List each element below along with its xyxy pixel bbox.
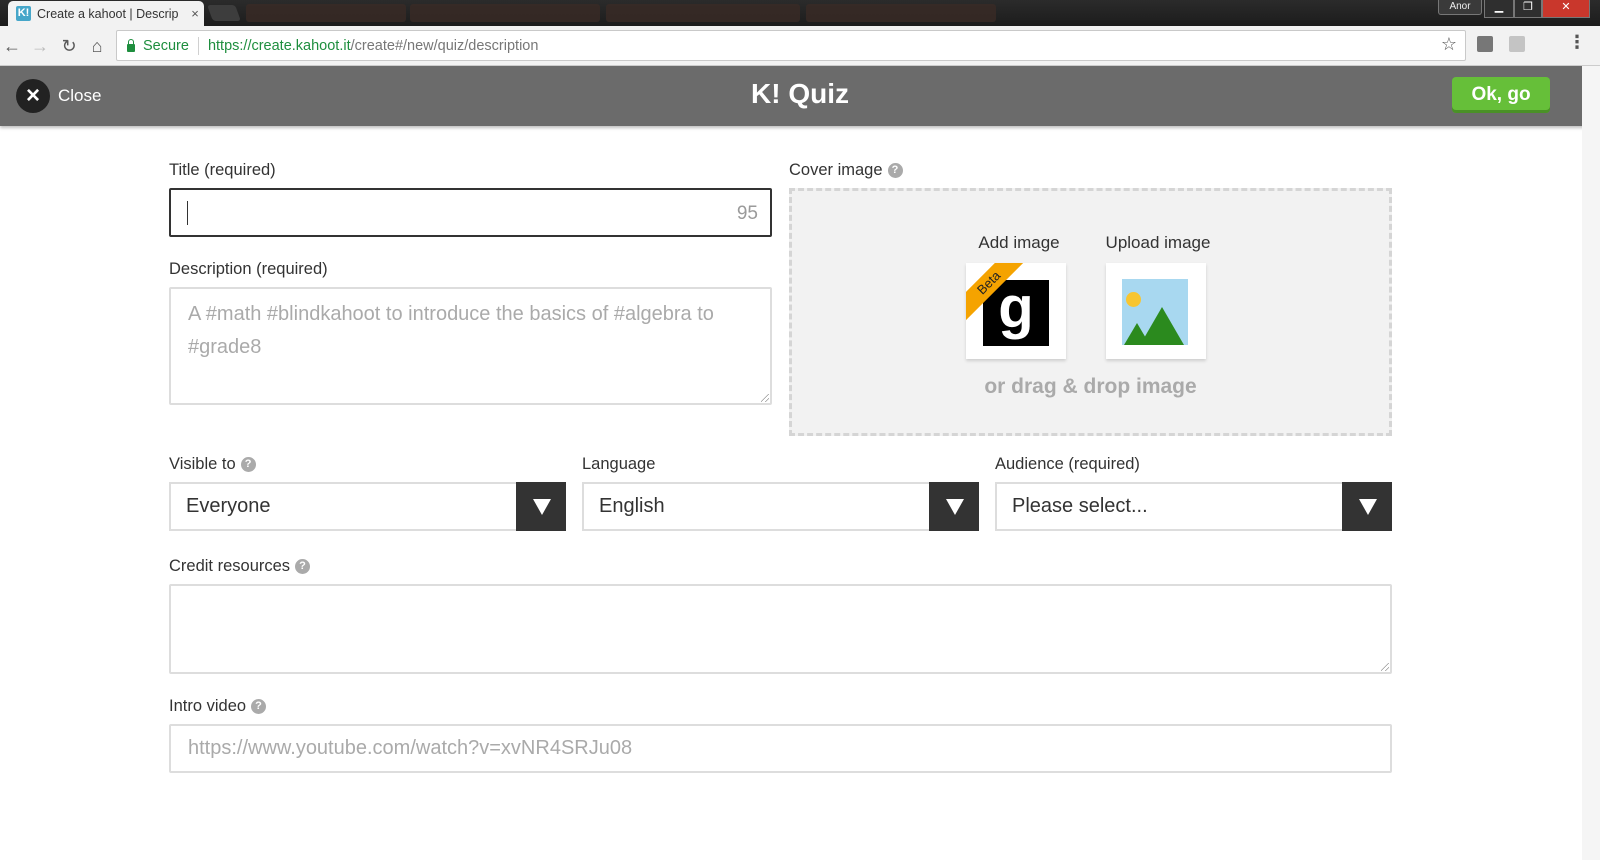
browser-tab-strip: K! Create a kahoot | Descrip × Anor ▁ ❐ … xyxy=(0,0,1600,26)
dropdown-arrow-icon[interactable] xyxy=(516,482,566,531)
mountain-shape xyxy=(1140,307,1184,345)
kahoot-favicon-icon: K! xyxy=(16,6,31,21)
page-scrollbar[interactable] xyxy=(1582,66,1600,860)
title-label: Title (required) xyxy=(169,161,276,180)
forward-arrow-icon[interactable]: → xyxy=(28,34,52,58)
url-divider xyxy=(197,36,199,55)
extension-icon[interactable] xyxy=(1477,36,1493,52)
url-host: https://create.kahoot.it xyxy=(207,37,351,54)
back-arrow-icon[interactable]: ← xyxy=(0,34,24,58)
intro-video-label: Intro video ? xyxy=(169,697,267,716)
add-image-label: Add image xyxy=(978,233,1060,252)
visible-to-label: Visible to ? xyxy=(169,455,256,474)
home-icon[interactable]: ⌂ xyxy=(85,34,109,58)
description-label: Description (required) xyxy=(169,260,328,279)
visible-to-select[interactable]: Everyone xyxy=(169,482,566,531)
text-caret xyxy=(187,201,188,225)
title-input[interactable]: 95 xyxy=(169,188,772,237)
credit-resources-label: Credit resources ? xyxy=(169,557,311,576)
address-bar[interactable]: Secure https://create.kahoot.it /create#… xyxy=(116,30,1466,61)
background-tab[interactable] xyxy=(246,4,406,22)
browser-menu-icon[interactable]: ⋮ xyxy=(1568,32,1586,53)
lock-icon xyxy=(127,38,135,52)
language-select[interactable]: English xyxy=(582,482,979,531)
tab-close-icon[interactable]: × xyxy=(186,6,204,21)
intro-video-input[interactable]: https://www.youtube.com/watch?v=xvNR4SRJ… xyxy=(169,724,1392,773)
window-close-icon[interactable]: ✕ xyxy=(1542,0,1590,18)
background-tab[interactable] xyxy=(606,4,800,22)
intro-video-label-text: Intro video xyxy=(169,697,247,715)
new-tab-button[interactable] xyxy=(207,5,241,21)
help-icon[interactable]: ? xyxy=(887,163,903,178)
visible-to-value: Everyone xyxy=(186,495,271,517)
maximize-icon[interactable]: ❐ xyxy=(1514,0,1542,18)
browser-toolbar: ← → ↻ ⌂ Secure https://create.kahoot.it … xyxy=(0,26,1600,66)
upload-image-button[interactable] xyxy=(1106,263,1206,359)
reload-icon[interactable]: ↻ xyxy=(57,34,81,58)
ok-go-button[interactable]: Ok, go xyxy=(1452,77,1550,113)
audience-label-text: Audience (required) xyxy=(995,455,1140,473)
tab-title: Create a kahoot | Descrip xyxy=(37,6,179,21)
intro-video-placeholder: https://www.youtube.com/watch?v=xvNR4SRJ… xyxy=(188,737,633,759)
upload-image-label: Upload image xyxy=(1105,233,1211,252)
landscape-image-icon xyxy=(1122,279,1188,345)
profile-badge[interactable]: Anor xyxy=(1438,0,1482,15)
url-path: /create#/new/quiz/description xyxy=(350,37,539,54)
audience-select[interactable]: Please select... xyxy=(995,482,1392,531)
audience-label: Audience (required) xyxy=(995,455,1140,474)
cover-image-label-text: Cover image xyxy=(789,161,883,179)
visible-to-label-text: Visible to xyxy=(169,455,236,473)
resize-handle-icon[interactable] xyxy=(761,394,769,402)
background-tab[interactable] xyxy=(410,4,600,22)
help-icon[interactable]: ? xyxy=(240,457,256,472)
credit-resources-label-text: Credit resources xyxy=(169,557,291,575)
dropdown-arrow-icon[interactable] xyxy=(929,482,979,531)
help-icon[interactable]: ? xyxy=(295,559,311,574)
browser-tab[interactable]: K! Create a kahoot | Descrip × xyxy=(8,1,204,26)
audience-value: Please select... xyxy=(1012,495,1148,517)
title-char-count: 95 xyxy=(736,203,758,224)
page-title-text: Quiz xyxy=(788,78,849,109)
kahoot-logo: K! xyxy=(751,78,781,109)
cover-image-label: Cover image ? xyxy=(789,161,903,180)
language-label-text: Language xyxy=(582,455,656,473)
pdf-extension-icon[interactable] xyxy=(1509,36,1525,52)
sun-shape xyxy=(1126,292,1141,307)
title-label-text: Title (required) xyxy=(169,161,276,179)
page-title: K! Quiz xyxy=(0,78,1600,110)
app-header: × Close K! Quiz Ok, go xyxy=(0,66,1600,126)
drag-drop-text: or drag & drop image xyxy=(984,375,1197,398)
dropdown-arrow-icon[interactable] xyxy=(1342,482,1392,531)
minimize-icon[interactable]: ▁ xyxy=(1484,0,1514,18)
resize-handle-icon[interactable] xyxy=(1381,663,1389,671)
background-tab[interactable] xyxy=(806,4,996,22)
description-textarea[interactable]: A #math #blindkahoot to introduce the ba… xyxy=(169,287,772,405)
description-label-text: Description (required) xyxy=(169,260,328,278)
credit-resources-textarea[interactable] xyxy=(169,584,1392,674)
help-icon[interactable]: ? xyxy=(251,699,267,714)
language-value: English xyxy=(599,495,665,517)
add-image-button[interactable]: g Beta xyxy=(966,263,1066,359)
cover-image-dropzone[interactable]: Add image g Beta Upload image or drag & … xyxy=(789,188,1392,436)
description-placeholder: A #math #blindkahoot to introduce the ba… xyxy=(188,303,714,358)
secure-label: Secure xyxy=(143,37,189,54)
language-label: Language xyxy=(582,455,655,474)
bookmark-star-icon[interactable]: ☆ xyxy=(1441,34,1457,55)
